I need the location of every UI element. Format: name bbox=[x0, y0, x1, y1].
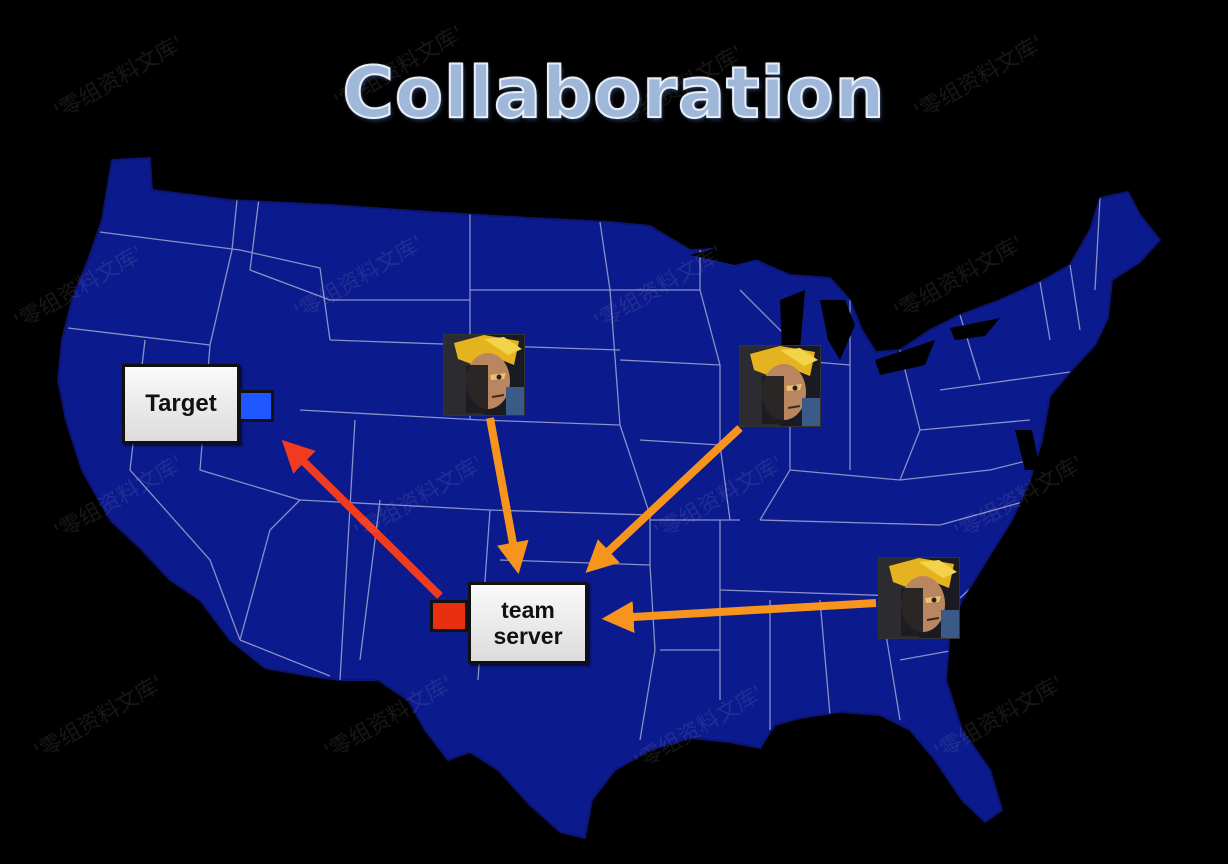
team-server-label: team server bbox=[493, 597, 563, 649]
client-avatar-3 bbox=[878, 557, 960, 639]
slide-title: Collaboration bbox=[341, 51, 886, 135]
team-server-node: team server bbox=[468, 582, 588, 664]
target-label: Target bbox=[145, 390, 217, 417]
client-avatar-2 bbox=[739, 345, 821, 427]
watermark-text: '零组资料文库' bbox=[31, 671, 168, 765]
avatar-icon bbox=[444, 335, 524, 415]
target-node: Target bbox=[122, 364, 240, 444]
avatar-icon bbox=[879, 558, 959, 638]
client-avatar-1 bbox=[443, 334, 525, 416]
avatar-icon bbox=[740, 346, 820, 426]
team-server-port bbox=[430, 600, 468, 632]
target-port bbox=[238, 390, 274, 422]
slide: '零组资料文库' '零组资料文库' '零组资料文库' '零组资料文库' '零组资… bbox=[0, 0, 1228, 864]
